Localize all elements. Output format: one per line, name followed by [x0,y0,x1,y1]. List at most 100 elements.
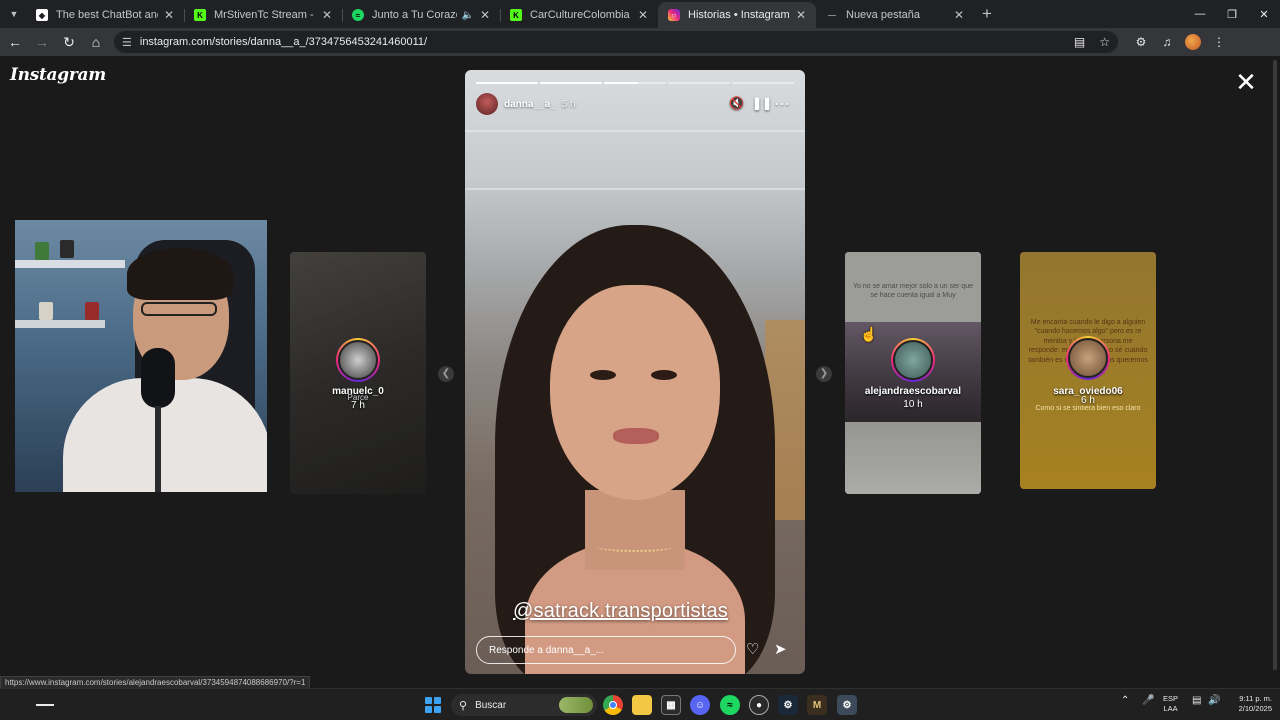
cam-shelf [15,320,105,328]
close-tab-icon[interactable]: ✕ [954,8,964,22]
story-username[interactable]: danna__a_ [504,99,556,110]
pause-icon[interactable]: ❚❚ [752,96,772,110]
app-m-icon[interactable]: M [807,695,827,715]
progress-fill [540,82,602,84]
spotify-icon: ≈ [352,9,364,21]
tab-title: Junto a Tu Corazón • Miguel [372,9,457,21]
media-control-icon[interactable]: ♫ [1154,30,1180,54]
minimize-icon[interactable]: — [1184,0,1216,28]
close-tab-icon[interactable]: ✕ [638,8,648,22]
send-icon[interactable]: ➤ [774,640,787,658]
obs-icon[interactable]: ● [749,695,769,715]
tab-new-tab[interactable]: — Nueva pestaña ✕ [816,2,974,28]
lang-code: ESP [1163,694,1179,703]
tab-spotify[interactable]: ≈ Junto a Tu Corazón • Miguel 🔈 ✕ [342,2,500,28]
volume-icon[interactable]: 🔊 [1208,695,1220,706]
muted-speaker-icon[interactable]: 🔇 [729,96,744,110]
scrollbar-thumb[interactable] [1273,60,1277,670]
restore-icon[interactable]: ❐ [1216,0,1248,28]
tab-chatbot[interactable]: ◆ The best ChatBot and Widgets ✕ [26,2,184,28]
profile-avatar[interactable] [1185,34,1201,50]
widgets-icon[interactable] [36,704,54,706]
chrome-icon[interactable] [603,695,623,715]
streamer-glasses [141,302,217,316]
site-info-icon[interactable]: ☰ [122,36,132,49]
spotify-icon[interactable]: ≈ [720,695,740,715]
lang-variant: LAA [1163,704,1178,713]
story-preview-alejandra[interactable]: Yo no se amar mejor solo a un ser que se… [845,252,981,494]
webcam-overlay [15,220,267,492]
preview-time: 10 h [903,399,923,410]
newtab-icon: — [828,10,836,20]
tab-instagram-stories[interactable]: ○ Historias • Instagram ✕ [658,2,816,28]
page-scrollbar[interactable] [1272,60,1278,680]
tab-title: CarCultureColombia Stream - W [530,9,632,21]
story-eye [651,370,677,380]
preview-username: alejandraescobarval [864,386,962,397]
file-explorer-icon[interactable] [632,695,652,715]
story-preview-sara[interactable]: Me encanta cuando le digo a alguien "cua… [1020,252,1156,489]
previous-story-icon[interactable]: ❮ [438,366,454,382]
browser-toolbar: ← → ↻ ⌂ ☰ instagram.com/stories/danna__a… [0,28,1280,56]
audio-playing-icon[interactable]: 🔈 [461,10,473,21]
active-story[interactable]: danna__a_ 5 h 🔇 ❚❚ ⋯ @satrack.transporti… [465,70,805,674]
tray-overflow-icon[interactable]: ⌃ [1121,695,1129,706]
home-icon[interactable]: ⌂ [84,30,108,54]
network-icon[interactable]: ▤ [1192,695,1201,706]
preview-subcaption: Como si se sintiera bien eso claro [1035,405,1141,412]
settings-icon[interactable]: ⚙ [837,695,857,715]
windows-taskbar: ⚲ Buscar ▦ ☺ ≈ ● ⚙ M ⚙ ⌃ 🎤 ESP LAA ▤ 🔊 9… [0,688,1280,720]
reply-input[interactable]: Responde a danna__a_... [476,636,736,664]
avatar [336,338,380,382]
microphone-icon[interactable]: 🎤 [1142,695,1154,706]
keyboard-language[interactable]: ESP LAA [1163,694,1178,714]
heart-icon[interactable]: ♡ [746,640,759,658]
taskbar-search[interactable]: ⚲ Buscar [451,694,597,716]
avatar [1066,336,1110,380]
tab-carculture[interactable]: K CarCultureColombia Stream - W ✕ [500,2,658,28]
close-tab-icon[interactable]: ✕ [480,8,490,22]
more-options-icon[interactable]: ⋯ [774,94,790,114]
stories-viewer: Instagram ✕ manuelc_0 Parce 7 h ❮ danna_… [0,56,1280,688]
taskbar-clock[interactable]: 9:11 p. m. 2/10/2025 [1222,694,1272,714]
mention-sticker[interactable]: @satrack.transportistas [513,600,728,623]
close-tab-icon[interactable]: ✕ [164,8,174,22]
address-bar[interactable]: ☰ instagram.com/stories/danna__a_/373475… [114,31,1118,53]
tab-search-button[interactable]: ▼ [2,3,26,25]
forward-arrow-icon[interactable]: → [30,30,54,54]
new-tab-button[interactable]: + [974,3,1000,25]
close-tab-icon[interactable]: ✕ [796,8,806,22]
install-app-icon[interactable]: ▤ [1074,35,1085,49]
reload-icon[interactable]: ↻ [57,30,81,54]
story-necklace [597,542,673,552]
discord-icon[interactable]: ☺ [690,695,710,715]
story-progress [476,82,794,84]
story-header: danna__a_ 5 h 🔇 ❚❚ ⋯ [476,93,794,115]
chrome-menu-icon[interactable]: ⋮ [1206,30,1232,54]
tab-title: MrStivenTc Stream - Watch Live [214,9,316,21]
steam-icon[interactable]: ⚙ [778,695,798,715]
progress-segment [668,82,730,84]
windows-start-icon[interactable] [425,697,441,713]
extensions-icon[interactable]: ⚙ [1128,30,1154,54]
story-face [550,285,720,500]
story-preview-manuelc[interactable]: manuelc_0 Parce 7 h [290,252,426,494]
avatar[interactable] [476,93,498,115]
avatar [891,338,935,382]
chatbot-icon: ◆ [36,9,48,21]
bookmark-star-icon[interactable]: ☆ [1099,35,1110,49]
close-tab-icon[interactable]: ✕ [322,8,332,22]
search-icon: ⚲ [459,699,468,712]
clock-date: 2/10/2025 [1238,704,1272,713]
instagram-logo[interactable]: Instagram [10,65,106,85]
instagram-icon: ○ [668,9,680,21]
close-stories-icon[interactable]: ✕ [1233,69,1259,96]
store-icon[interactable]: ▦ [661,695,681,715]
close-window-icon[interactable]: ✕ [1248,0,1280,28]
tab-mrstiventc[interactable]: K MrStivenTc Stream - Watch Live ✕ [184,2,342,28]
back-arrow-icon[interactable]: ← [3,30,27,54]
next-story-icon[interactable]: ❯ [816,366,832,382]
address-url[interactable]: instagram.com/stories/danna__a_/37347564… [140,36,1060,48]
search-label: Buscar [475,699,507,711]
ceiling-line [465,130,805,132]
